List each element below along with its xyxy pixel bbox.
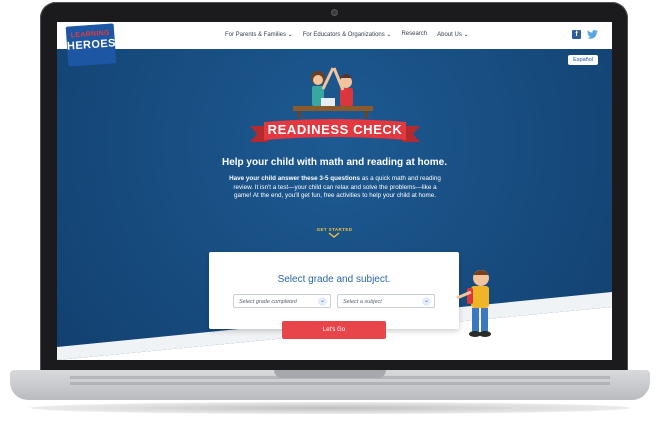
camera-icon (331, 9, 338, 16)
chevron-down-icon: ⌄ (318, 297, 327, 306)
screen: For Parents & Families ⌄ For Educators &… (57, 22, 612, 360)
banner-title: READINESS CHECK (267, 122, 403, 137)
nav-research[interactable]: Research (401, 31, 427, 38)
laptop-shadow (30, 402, 630, 414)
lets-go-button[interactable]: Let's Go (282, 321, 386, 339)
social-links: f (572, 30, 598, 39)
nav-parents[interactable]: For Parents & Families ⌄ (225, 31, 293, 38)
high-five-kids-illustration (293, 67, 373, 118)
card-title: Select grade and subject. (277, 274, 391, 285)
espanol-button[interactable]: Español (568, 55, 598, 65)
chevron-down-icon[interactable] (328, 232, 340, 238)
main-nav: For Parents & Families ⌄ For Educators &… (225, 31, 469, 38)
twitter-icon[interactable] (587, 30, 598, 39)
grade-subject-card: Select grade and subject. Select grade c… (209, 252, 459, 329)
grade-select-placeholder: Select grade completed (239, 299, 297, 305)
boy-with-backpack-illustration (456, 270, 491, 337)
intro-bold: Have your child answer these 3-5 questio… (229, 175, 360, 182)
hero-headline: Help your child with math and reading at… (221, 157, 448, 168)
nav-about[interactable]: About Us ⌄ (437, 31, 468, 38)
top-nav-bar: For Parents & Families ⌄ For Educators &… (57, 22, 612, 49)
laptop-lip (274, 370, 386, 378)
laptop-frame: For Parents & Families ⌄ For Educators &… (0, 0, 660, 425)
chevron-down-icon: ⌄ (422, 297, 431, 306)
learning-heroes-logo[interactable]: LEARNING HEROES (65, 23, 117, 67)
grade-select[interactable]: Select grade completed ⌄ (233, 294, 331, 308)
facebook-icon[interactable]: f (572, 30, 581, 39)
hero-intro: Have your child answer these 3-5 questio… (225, 175, 445, 201)
subject-select-placeholder: Select a subject (343, 299, 382, 305)
nav-educators[interactable]: For Educators & Organizations ⌄ (303, 31, 392, 38)
logo-line-2: HEROES (66, 37, 117, 53)
subject-select[interactable]: Select a subject ⌄ (337, 294, 435, 308)
keyboard-row (70, 382, 610, 385)
